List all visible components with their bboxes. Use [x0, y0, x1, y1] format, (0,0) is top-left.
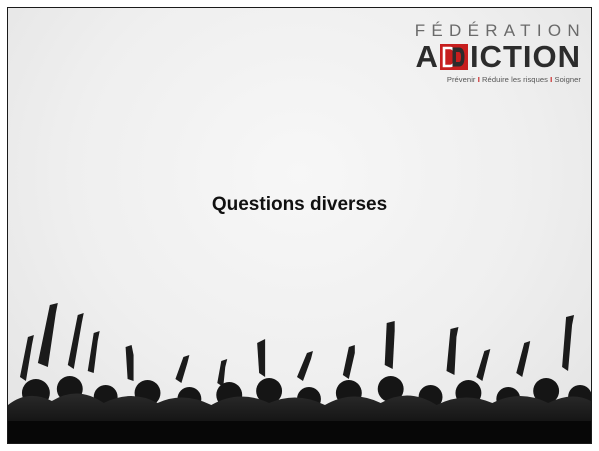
- slide: FÉDÉRATION A ICTION Prévenir I Réduire l…: [7, 7, 592, 444]
- tagline-soigner: Soigner: [554, 75, 581, 84]
- logo-tagline: Prévenir I Réduire les risques I Soigner: [411, 75, 581, 84]
- tagline-prevenir: Prévenir: [446, 75, 476, 84]
- logo-wordmark: A ICTION: [411, 39, 581, 74]
- logo-dd-icon: [439, 44, 468, 70]
- tagline-reduire: Réduire les risques: [482, 75, 548, 84]
- logo-letter-a: A: [415, 39, 439, 74]
- slide-title: Questions diverses: [211, 194, 388, 215]
- logo-letters-iction: ICTION: [469, 39, 581, 74]
- logo-federation-text: FÉDÉRATION: [414, 21, 586, 40]
- concert-crowd-image: [8, 303, 591, 443]
- federation-addiction-logo: FÉDÉRATION A ICTION Prévenir I Réduire l…: [411, 22, 581, 85]
